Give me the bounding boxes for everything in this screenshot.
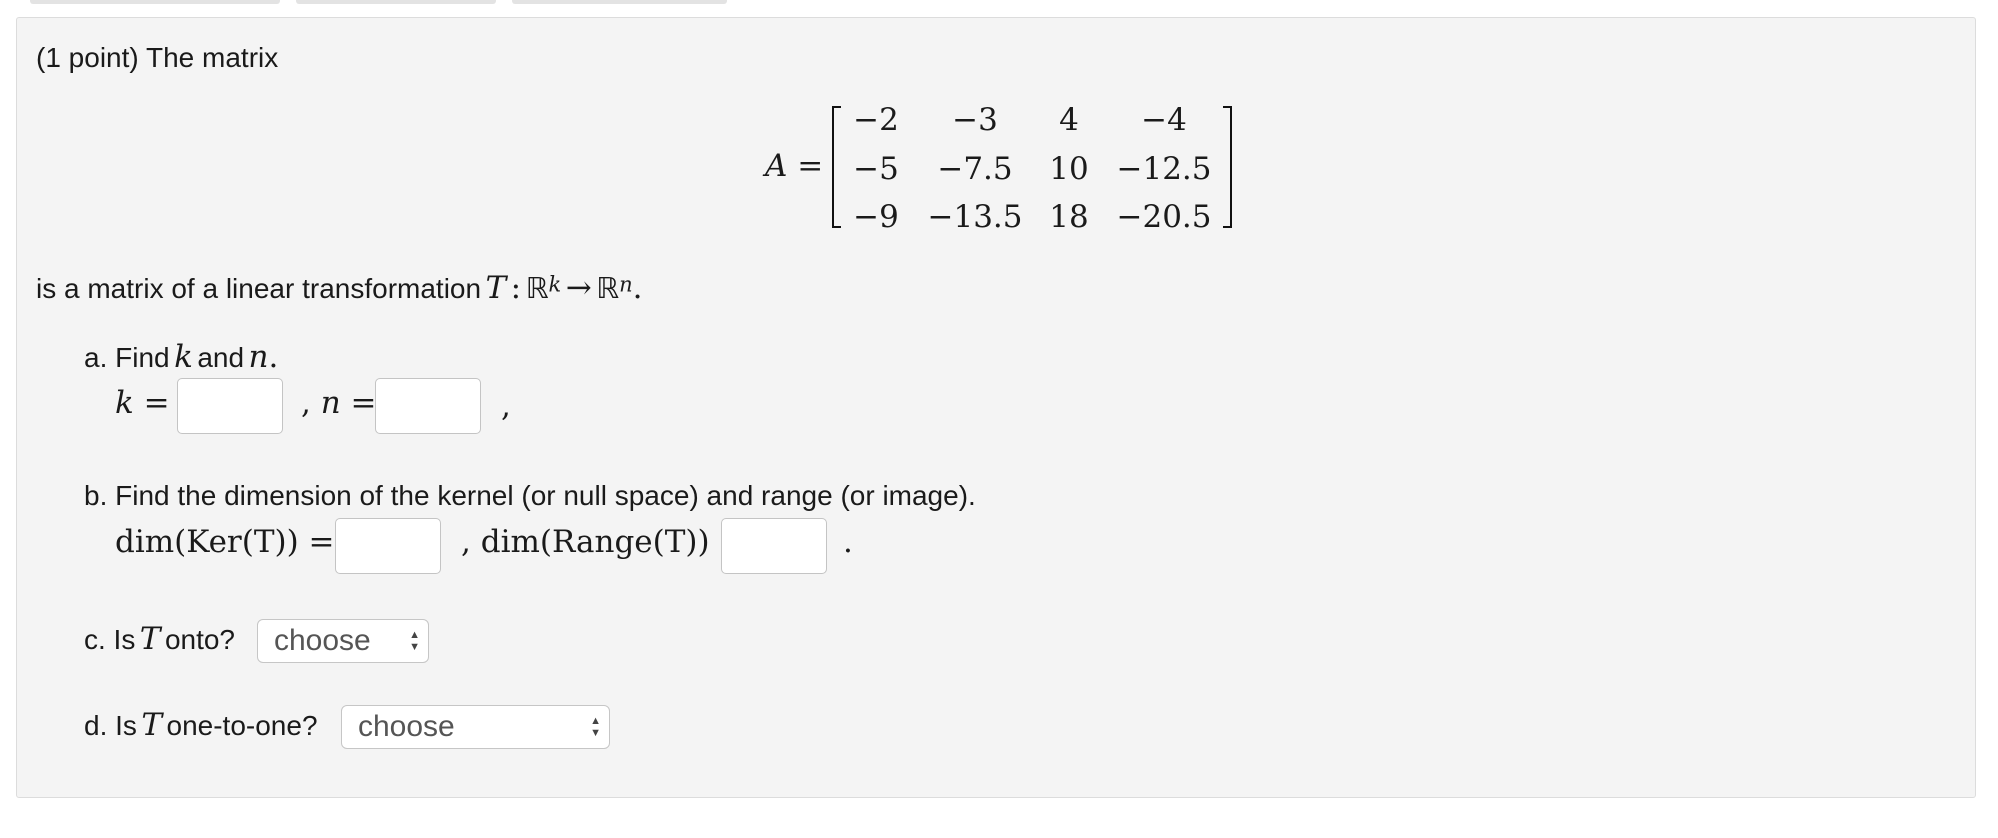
matrix-cell: 10 xyxy=(1049,151,1089,187)
right-bracket xyxy=(1223,106,1232,228)
problem-intro: (1 point) The matrix xyxy=(36,42,279,73)
transformation-statement: is a matrix of a linear transformation T… xyxy=(36,270,643,306)
range-dimension-input[interactable] xyxy=(721,518,827,574)
part-b-period: . xyxy=(843,524,853,560)
part-a-label: a. Find k and n. xyxy=(84,339,279,375)
k-equals-label: k = xyxy=(115,385,170,421)
n-input[interactable] xyxy=(375,378,481,434)
tab-strip xyxy=(30,0,727,4)
matrix-lhs: A = xyxy=(765,148,824,184)
tab-2[interactable] xyxy=(296,0,496,4)
tab-1[interactable] xyxy=(30,0,280,4)
part-d-label: d. Is T one-to-one? xyxy=(84,707,318,743)
one-to-one-select[interactable]: choose ▲ ▼ xyxy=(341,705,610,749)
select-arrows-icon: ▲ ▼ xyxy=(409,629,420,653)
select-arrows-icon: ▲ ▼ xyxy=(590,715,601,739)
part-a-trailing-comma: , xyxy=(501,388,511,424)
matrix-cell: −12.5 xyxy=(1116,151,1212,187)
kernel-dimension-input[interactable] xyxy=(335,518,441,574)
onto-select[interactable]: choose ▲ ▼ xyxy=(257,619,429,663)
matrix-cell: −9 xyxy=(853,199,899,235)
matrix-cell: −20.5 xyxy=(1116,199,1212,235)
matrix-cell: −2 xyxy=(853,102,899,138)
part-c-label: c. Is T onto? xyxy=(84,621,236,657)
matrix-cell: −5 xyxy=(853,151,899,187)
problem-panel: (1 point) The matrix A = −2 −3 4 −4 −5 −… xyxy=(16,17,1976,798)
n-equals-label: , n = xyxy=(301,385,377,421)
matrix-cell: 4 xyxy=(1059,102,1079,138)
range-dim-label: , dim(Range(T)) = xyxy=(461,524,746,560)
part-b-label: b. Find the dimension of the kernel (or … xyxy=(84,480,976,511)
matrix-cell: −4 xyxy=(1141,102,1187,138)
k-input[interactable] xyxy=(177,378,283,434)
tab-3[interactable] xyxy=(512,0,727,4)
ker-dim-label: dim(Ker(T)) = xyxy=(115,524,335,560)
matrix-cell: 18 xyxy=(1049,199,1089,235)
